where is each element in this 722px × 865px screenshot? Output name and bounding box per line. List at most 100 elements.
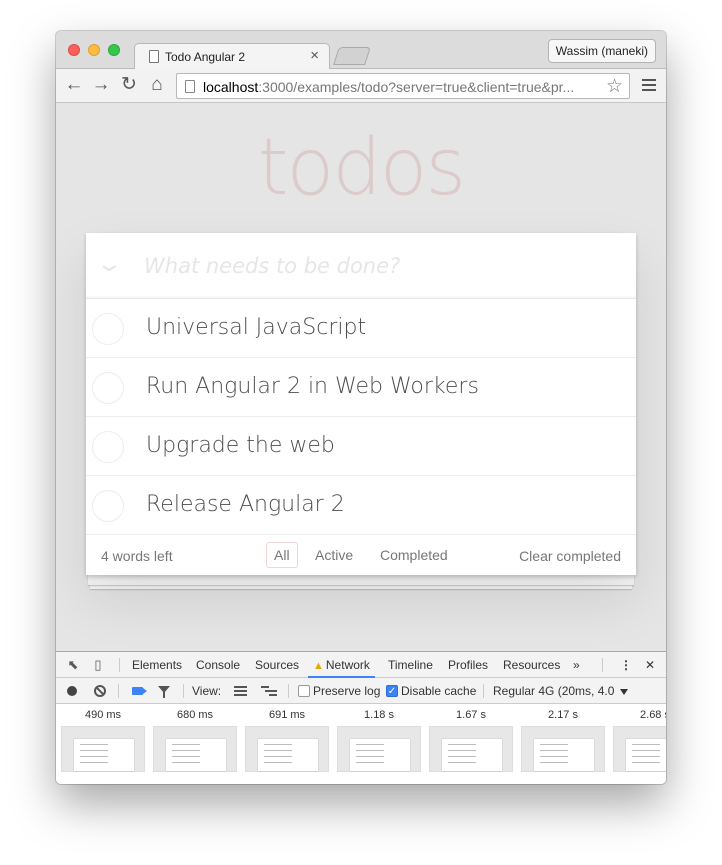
todo-checkbox[interactable] <box>92 372 124 404</box>
frame-time: 691 ms <box>268 709 306 721</box>
frame-thumbnail <box>61 726 145 772</box>
tab-network[interactable]: ▲ Network <box>308 652 375 678</box>
clear-completed-button[interactable]: Clear completed <box>519 548 621 564</box>
frame-thumbnail <box>613 726 666 772</box>
todo-checkbox[interactable] <box>92 313 124 345</box>
record-icon[interactable] <box>67 686 77 696</box>
divider <box>288 684 289 698</box>
disable-cache-label[interactable]: Disable cache <box>401 684 476 698</box>
new-tab-button[interactable] <box>333 47 371 65</box>
divider <box>119 658 120 672</box>
filmstrip-frame[interactable]: 1.18 s <box>334 704 424 772</box>
todo-footer: 4 words left All Active Completed Clear … <box>86 535 636 575</box>
frame-thumbnail <box>153 726 237 772</box>
tab-elements[interactable]: Elements <box>127 652 187 678</box>
chevron-down-icon[interactable] <box>620 689 628 695</box>
bookmark-star-icon[interactable]: ☆ <box>606 75 623 98</box>
frame-time: 680 ms <box>176 709 214 721</box>
filmstrip-frame[interactable]: 2.17 s <box>518 704 608 772</box>
filmstrip-frame[interactable]: 1.67 s <box>426 704 516 772</box>
todo-checkbox[interactable] <box>92 490 124 522</box>
view-label: View: <box>192 684 222 698</box>
url-text: localhost:3000/examples/todo?server=true… <box>203 79 573 95</box>
inspect-element-icon[interactable]: ⬉ <box>65 657 81 673</box>
filmstrip-frame[interactable]: 2.68 s <box>610 704 666 772</box>
browser-window: Todo Angular 2 × Wassim (maneki) ← → ↻ ⌂… <box>56 31 666 784</box>
frame-time: 490 ms <box>84 709 122 721</box>
preserve-log-checkbox[interactable] <box>298 685 310 697</box>
toggle-all-icon[interactable]: ⌄ <box>95 251 123 277</box>
todo-label[interactable]: Run Angular 2 in Web Workers <box>146 374 479 399</box>
tab-close-icon[interactable]: × <box>310 47 319 64</box>
todo-item: Universal JavaScript <box>86 299 636 358</box>
clear-icon[interactable] <box>94 685 106 697</box>
home-icon[interactable]: ⌂ <box>147 74 167 96</box>
frame-time: 2.17 s <box>548 709 578 721</box>
todo-item: Run Angular 2 in Web Workers <box>86 358 636 417</box>
overview-view-icon[interactable] <box>261 686 277 698</box>
devtools-panel: ⬉ ▯ Elements Console Sources ▲ Network Ti… <box>56 651 666 784</box>
divider <box>483 684 484 698</box>
menu-icon[interactable] <box>642 79 656 94</box>
back-icon[interactable]: ← <box>64 74 84 96</box>
minimize-window-button[interactable] <box>88 44 100 56</box>
devtools-tabs: ⬉ ▯ Elements Console Sources ▲ Network Ti… <box>56 652 666 678</box>
zoom-window-button[interactable] <box>108 44 120 56</box>
filter-all[interactable]: All <box>266 542 298 568</box>
frame-thumbnail <box>245 726 329 772</box>
todo-item: Upgrade the web <box>86 417 636 476</box>
todo-label[interactable]: Release Angular 2 <box>146 492 345 517</box>
filmstrip-frame[interactable]: 691 ms <box>242 704 332 772</box>
todo-checkbox[interactable] <box>92 431 124 463</box>
divider <box>118 684 119 698</box>
reload-icon[interactable]: ↻ <box>119 74 139 96</box>
filmstrip-frame[interactable]: 490 ms <box>58 704 148 772</box>
profile-button[interactable]: Wassim (maneki) <box>547 39 656 63</box>
new-todo-input[interactable] <box>144 249 614 283</box>
device-mode-icon[interactable]: ▯ <box>90 657 106 673</box>
tab-console[interactable]: Console <box>191 652 245 678</box>
network-toolbar: View: Preserve log ✓ Disable cache Regul… <box>56 678 666 704</box>
filmstrip: 490 ms 680 ms 691 ms 1.18 s 1.67 s 2.17 … <box>56 704 666 784</box>
frame-thumbnail <box>337 726 421 772</box>
tab-bar: Todo Angular 2 × Wassim (maneki) <box>56 31 666 70</box>
frame-time: 2.68 s <box>640 709 666 721</box>
frame-thumbnail <box>429 726 513 772</box>
filter-completed[interactable]: Completed <box>372 542 456 568</box>
app-title: todos <box>257 123 466 213</box>
forward-icon[interactable]: → <box>91 74 111 96</box>
frame-thumbnail <box>521 726 605 772</box>
kebab-menu-icon[interactable]: ⋮ <box>615 652 637 678</box>
preserve-log-label[interactable]: Preserve log <box>313 684 380 698</box>
page-icon <box>149 50 159 63</box>
more-tabs-icon[interactable]: » <box>568 652 585 678</box>
capture-screenshots-icon[interactable] <box>132 687 147 695</box>
page-content: todos ⌄ Universal JavaScript Run Angular… <box>56 103 666 651</box>
close-devtools-icon[interactable]: ✕ <box>640 652 660 678</box>
list-view-icon[interactable] <box>234 686 247 698</box>
todo-card: ⌄ Universal JavaScript Run Angular 2 in … <box>86 233 636 575</box>
todo-item: Release Angular 2 <box>86 476 636 535</box>
filter-icon[interactable] <box>158 686 170 698</box>
warning-icon: ▲ <box>313 660 324 672</box>
new-todo-row: ⌄ <box>86 233 636 299</box>
filmstrip-frame[interactable]: 680 ms <box>150 704 240 772</box>
frame-time: 1.18 s <box>364 709 394 721</box>
todo-label[interactable]: Upgrade the web <box>146 433 335 458</box>
frame-time: 1.67 s <box>456 709 486 721</box>
tab-sources[interactable]: Sources <box>250 652 304 678</box>
disable-cache-checkbox[interactable]: ✓ <box>386 685 398 697</box>
browser-tab[interactable]: Todo Angular 2 × <box>134 43 330 70</box>
close-window-button[interactable] <box>68 44 80 56</box>
divider <box>183 684 184 698</box>
todo-label[interactable]: Universal JavaScript <box>146 315 366 340</box>
tab-profiles[interactable]: Profiles <box>443 652 493 678</box>
tab-timeline[interactable]: Timeline <box>383 652 438 678</box>
address-bar[interactable]: localhost:3000/examples/todo?server=true… <box>176 73 630 99</box>
card-stack-shadow <box>88 575 634 585</box>
page-icon <box>185 80 195 93</box>
filter-active[interactable]: Active <box>307 542 361 568</box>
tab-resources[interactable]: Resources <box>498 652 565 678</box>
divider <box>602 658 603 672</box>
throttling-select[interactable]: Regular 4G (20ms, 4.0 <box>493 684 614 698</box>
